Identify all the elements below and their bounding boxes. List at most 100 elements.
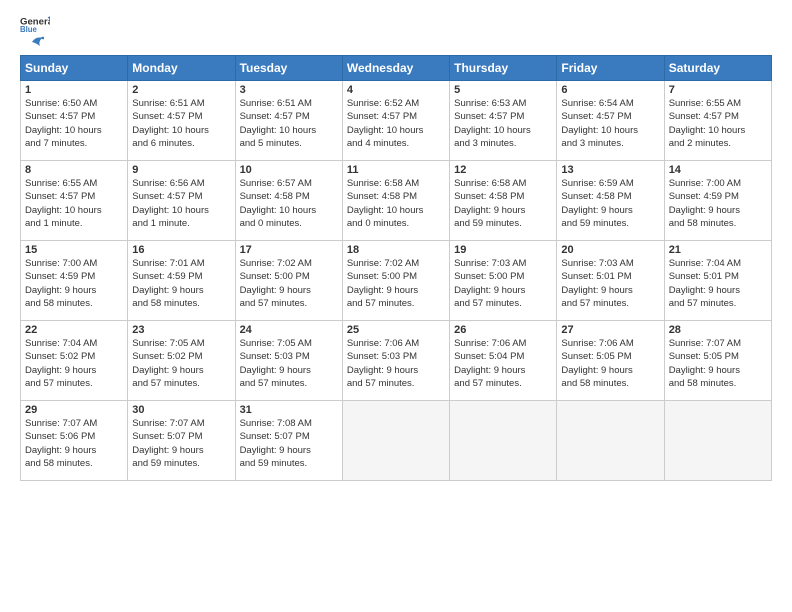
weekday-header-monday: Monday — [128, 56, 235, 81]
calendar-cell: 13Sunrise: 6:59 AMSunset: 4:58 PMDayligh… — [557, 161, 664, 241]
calendar-cell: 16Sunrise: 7:01 AMSunset: 4:59 PMDayligh… — [128, 241, 235, 321]
day-number: 4 — [347, 84, 445, 96]
day-number: 6 — [561, 84, 659, 96]
day-number: 17 — [240, 244, 338, 256]
day-info: Sunrise: 7:00 AMSunset: 4:59 PMDaylight:… — [25, 257, 123, 310]
calendar-cell: 14Sunrise: 7:00 AMSunset: 4:59 PMDayligh… — [664, 161, 771, 241]
day-info: Sunrise: 7:07 AMSunset: 5:06 PMDaylight:… — [25, 417, 123, 470]
day-number: 26 — [454, 324, 552, 336]
day-info: Sunrise: 6:51 AMSunset: 4:57 PMDaylight:… — [240, 97, 338, 150]
day-number: 27 — [561, 324, 659, 336]
day-number: 3 — [240, 84, 338, 96]
day-info: Sunrise: 6:58 AMSunset: 4:58 PMDaylight:… — [347, 177, 445, 230]
calendar-cell — [557, 401, 664, 481]
calendar-cell: 23Sunrise: 7:05 AMSunset: 5:02 PMDayligh… — [128, 321, 235, 401]
day-number: 11 — [347, 164, 445, 176]
day-info: Sunrise: 6:57 AMSunset: 4:58 PMDaylight:… — [240, 177, 338, 230]
calendar-cell: 22Sunrise: 7:04 AMSunset: 5:02 PMDayligh… — [21, 321, 128, 401]
day-info: Sunrise: 6:55 AMSunset: 4:57 PMDaylight:… — [669, 97, 767, 150]
calendar-cell: 20Sunrise: 7:03 AMSunset: 5:01 PMDayligh… — [557, 241, 664, 321]
day-number: 20 — [561, 244, 659, 256]
weekday-header-row: SundayMondayTuesdayWednesdayThursdayFrid… — [21, 56, 772, 81]
day-info: Sunrise: 7:05 AMSunset: 5:03 PMDaylight:… — [240, 337, 338, 390]
calendar-cell: 8Sunrise: 6:55 AMSunset: 4:57 PMDaylight… — [21, 161, 128, 241]
day-number: 25 — [347, 324, 445, 336]
day-info: Sunrise: 7:07 AMSunset: 5:07 PMDaylight:… — [132, 417, 230, 470]
calendar-cell: 24Sunrise: 7:05 AMSunset: 5:03 PMDayligh… — [235, 321, 342, 401]
calendar-cell: 19Sunrise: 7:03 AMSunset: 5:00 PMDayligh… — [450, 241, 557, 321]
header: General Blue — [20, 15, 772, 47]
day-info: Sunrise: 7:07 AMSunset: 5:05 PMDaylight:… — [669, 337, 767, 390]
calendar-cell: 3Sunrise: 6:51 AMSunset: 4:57 PMDaylight… — [235, 81, 342, 161]
day-number: 7 — [669, 84, 767, 96]
calendar-cell: 5Sunrise: 6:53 AMSunset: 4:57 PMDaylight… — [450, 81, 557, 161]
day-info: Sunrise: 6:58 AMSunset: 4:58 PMDaylight:… — [454, 177, 552, 230]
weekday-header-friday: Friday — [557, 56, 664, 81]
calendar-cell: 7Sunrise: 6:55 AMSunset: 4:57 PMDaylight… — [664, 81, 771, 161]
day-info: Sunrise: 6:56 AMSunset: 4:57 PMDaylight:… — [132, 177, 230, 230]
day-number: 21 — [669, 244, 767, 256]
calendar-cell: 26Sunrise: 7:06 AMSunset: 5:04 PMDayligh… — [450, 321, 557, 401]
day-number: 30 — [132, 404, 230, 416]
day-number: 24 — [240, 324, 338, 336]
calendar-cell — [664, 401, 771, 481]
day-info: Sunrise: 6:55 AMSunset: 4:57 PMDaylight:… — [25, 177, 123, 230]
calendar-cell: 2Sunrise: 6:51 AMSunset: 4:57 PMDaylight… — [128, 81, 235, 161]
day-info: Sunrise: 6:53 AMSunset: 4:57 PMDaylight:… — [454, 97, 552, 150]
calendar-cell: 1Sunrise: 6:50 AMSunset: 4:57 PMDaylight… — [21, 81, 128, 161]
calendar-cell: 27Sunrise: 7:06 AMSunset: 5:05 PMDayligh… — [557, 321, 664, 401]
day-number: 22 — [25, 324, 123, 336]
weekday-header-thursday: Thursday — [450, 56, 557, 81]
weekday-header-sunday: Sunday — [21, 56, 128, 81]
day-number: 19 — [454, 244, 552, 256]
day-number: 9 — [132, 164, 230, 176]
day-info: Sunrise: 7:06 AMSunset: 5:03 PMDaylight:… — [347, 337, 445, 390]
day-number: 10 — [240, 164, 338, 176]
day-number: 12 — [454, 164, 552, 176]
calendar-cell: 15Sunrise: 7:00 AMSunset: 4:59 PMDayligh… — [21, 241, 128, 321]
weekday-header-wednesday: Wednesday — [342, 56, 449, 81]
day-number: 15 — [25, 244, 123, 256]
calendar-cell: 28Sunrise: 7:07 AMSunset: 5:05 PMDayligh… — [664, 321, 771, 401]
calendar-week-row: 8Sunrise: 6:55 AMSunset: 4:57 PMDaylight… — [21, 161, 772, 241]
day-info: Sunrise: 7:02 AMSunset: 5:00 PMDaylight:… — [347, 257, 445, 310]
calendar-week-row: 22Sunrise: 7:04 AMSunset: 5:02 PMDayligh… — [21, 321, 772, 401]
calendar-cell: 25Sunrise: 7:06 AMSunset: 5:03 PMDayligh… — [342, 321, 449, 401]
day-number: 14 — [669, 164, 767, 176]
calendar-cell: 10Sunrise: 6:57 AMSunset: 4:58 PMDayligh… — [235, 161, 342, 241]
day-info: Sunrise: 6:59 AMSunset: 4:58 PMDaylight:… — [561, 177, 659, 230]
day-info: Sunrise: 7:00 AMSunset: 4:59 PMDaylight:… — [669, 177, 767, 230]
day-number: 29 — [25, 404, 123, 416]
svg-text:Blue: Blue — [20, 25, 38, 33]
day-number: 31 — [240, 404, 338, 416]
calendar-cell — [450, 401, 557, 481]
calendar-cell: 29Sunrise: 7:07 AMSunset: 5:06 PMDayligh… — [21, 401, 128, 481]
day-info: Sunrise: 7:03 AMSunset: 5:00 PMDaylight:… — [454, 257, 552, 310]
day-number: 28 — [669, 324, 767, 336]
calendar-week-row: 1Sunrise: 6:50 AMSunset: 4:57 PMDaylight… — [21, 81, 772, 161]
day-info: Sunrise: 7:06 AMSunset: 5:05 PMDaylight:… — [561, 337, 659, 390]
calendar-cell: 31Sunrise: 7:08 AMSunset: 5:07 PMDayligh… — [235, 401, 342, 481]
day-info: Sunrise: 6:54 AMSunset: 4:57 PMDaylight:… — [561, 97, 659, 150]
day-number: 2 — [132, 84, 230, 96]
day-number: 23 — [132, 324, 230, 336]
day-info: Sunrise: 6:52 AMSunset: 4:57 PMDaylight:… — [347, 97, 445, 150]
calendar-cell — [342, 401, 449, 481]
day-info: Sunrise: 6:50 AMSunset: 4:57 PMDaylight:… — [25, 97, 123, 150]
calendar-table: SundayMondayTuesdayWednesdayThursdayFrid… — [20, 55, 772, 481]
calendar-cell: 17Sunrise: 7:02 AMSunset: 5:00 PMDayligh… — [235, 241, 342, 321]
calendar-cell: 21Sunrise: 7:04 AMSunset: 5:01 PMDayligh… — [664, 241, 771, 321]
calendar-cell: 12Sunrise: 6:58 AMSunset: 4:58 PMDayligh… — [450, 161, 557, 241]
calendar-cell: 9Sunrise: 6:56 AMSunset: 4:57 PMDaylight… — [128, 161, 235, 241]
weekday-header-saturday: Saturday — [664, 56, 771, 81]
day-info: Sunrise: 7:01 AMSunset: 4:59 PMDaylight:… — [132, 257, 230, 310]
calendar-cell: 6Sunrise: 6:54 AMSunset: 4:57 PMDaylight… — [557, 81, 664, 161]
day-info: Sunrise: 7:06 AMSunset: 5:04 PMDaylight:… — [454, 337, 552, 390]
day-number: 8 — [25, 164, 123, 176]
day-info: Sunrise: 7:08 AMSunset: 5:07 PMDaylight:… — [240, 417, 338, 470]
calendar-week-row: 29Sunrise: 7:07 AMSunset: 5:06 PMDayligh… — [21, 401, 772, 481]
calendar-cell: 4Sunrise: 6:52 AMSunset: 4:57 PMDaylight… — [342, 81, 449, 161]
logo-bird-svg — [22, 35, 44, 49]
logo-icon: General Blue — [20, 15, 50, 33]
weekday-header-tuesday: Tuesday — [235, 56, 342, 81]
